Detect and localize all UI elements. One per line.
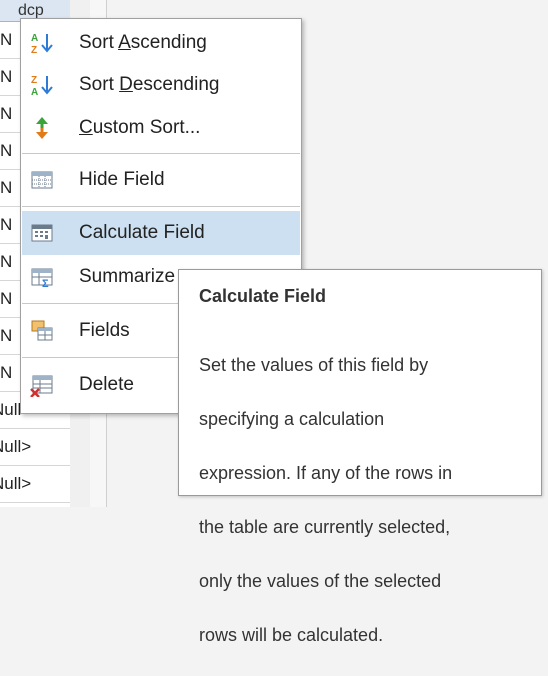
custom-sort-icon (30, 116, 54, 140)
menu-separator (22, 153, 300, 154)
svg-text:Z: Z (31, 75, 37, 86)
menu-item-label: Custom Sort... (79, 117, 201, 138)
calculate-field-tooltip: Calculate Field Set the values of this f… (178, 269, 542, 645)
menu-item-label: Hide Field (79, 169, 165, 190)
cell-value: N (0, 326, 13, 345)
fields-icon (30, 319, 54, 343)
menu-item-label: Fields (79, 320, 130, 341)
cell-value: N (0, 178, 13, 197)
menu-item-hide-field[interactable]: Hide Field (22, 158, 300, 202)
tooltip-body-line: specifying a calculation (199, 409, 385, 429)
cell-value: N (0, 252, 13, 271)
calculate-field-icon (30, 221, 54, 245)
cell-value: Null> (0, 474, 32, 493)
delete-field-icon (30, 373, 54, 398)
tooltip-body-line: only the values of the selected (199, 571, 442, 591)
svg-text:A: A (31, 33, 38, 44)
menu-separator (22, 206, 300, 207)
cell-value: N (0, 363, 13, 382)
summarize-icon: Σ (30, 265, 54, 290)
tooltip-body-line: expression. If any of the rows in (199, 463, 453, 483)
tooltip-title: Calculate Field (199, 286, 327, 306)
sort-ascending-icon: A Z (30, 31, 54, 56)
menu-item-label: Sort Descending (79, 74, 220, 95)
svg-text:Σ: Σ (42, 278, 49, 289)
table-cell[interactable]: Null> (0, 466, 70, 503)
menu-item-label: Sort Ascending (79, 32, 207, 53)
menu-item-label: Calculate Field (79, 222, 205, 243)
menu-item-calculate-field[interactable]: Calculate Field (22, 211, 300, 255)
svg-text:Z: Z (31, 45, 37, 55)
cell-value: N (0, 30, 13, 49)
menu-item-label: Delete (79, 374, 134, 395)
menu-item-custom-sort[interactable]: Custom Sort... (22, 106, 300, 150)
svg-text:A: A (31, 87, 38, 97)
menu-item-sort-descending[interactable]: Z A Sort Descending (22, 63, 300, 107)
tooltip-body-line: Set the values of this field by (199, 355, 429, 375)
table-cell[interactable]: Null> (0, 429, 70, 466)
cell-value: Null> (0, 437, 32, 456)
tooltip-body-line: rows will be calculated. (199, 625, 384, 645)
cell-value: N (0, 67, 13, 86)
sort-descending-icon: Z A (30, 73, 54, 98)
tooltip-body: Set the values of this field by specifyi… (199, 325, 529, 676)
cell-value: N (0, 289, 13, 308)
cell-value: N (0, 104, 13, 123)
menu-item-sort-ascending[interactable]: A Z Sort Ascending (22, 21, 300, 65)
cell-value: N (0, 215, 13, 234)
cell-value: N (0, 141, 13, 160)
menu-item-label: Summarize (79, 266, 176, 287)
tooltip-body-line: the table are currently selected, (199, 517, 451, 537)
hide-field-icon (30, 168, 54, 192)
